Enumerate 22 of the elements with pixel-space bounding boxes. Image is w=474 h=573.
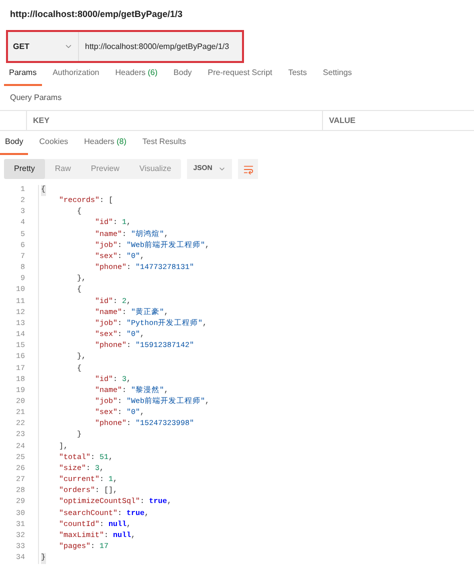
tab[interactable]: Headers (8) xyxy=(79,136,132,155)
tab[interactable]: Tests xyxy=(283,67,312,86)
tab[interactable]: Headers (6) xyxy=(110,67,163,86)
tab[interactable]: Body xyxy=(168,67,197,86)
column-header: VALUE xyxy=(328,114,357,126)
chevron-down-icon xyxy=(218,165,226,173)
tab[interactable]: Test Results xyxy=(137,136,191,155)
section-label: Query Params xyxy=(9,92,63,104)
tab[interactable]: Pre-request Script xyxy=(202,67,278,86)
view-mode-tab[interactable]: Raw xyxy=(44,159,81,179)
wrap-lines-icon xyxy=(242,164,254,174)
view-mode-tab[interactable]: Preview xyxy=(80,159,130,179)
view-mode-tab[interactable]: Visualize xyxy=(129,159,182,179)
tab[interactable]: Settings xyxy=(318,67,357,86)
tab[interactable]: Authorization xyxy=(48,67,104,86)
view-mode-tab[interactable]: Pretty xyxy=(4,159,45,179)
tab[interactable]: Params xyxy=(4,67,42,86)
tab[interactable]: Body xyxy=(0,136,28,155)
tab[interactable]: Cookies xyxy=(34,136,74,155)
request-title: http://localhost:8000/emp/getByPage/1/3 xyxy=(9,8,184,21)
column-header: KEY xyxy=(27,111,323,130)
wrap-button[interactable] xyxy=(238,159,258,179)
